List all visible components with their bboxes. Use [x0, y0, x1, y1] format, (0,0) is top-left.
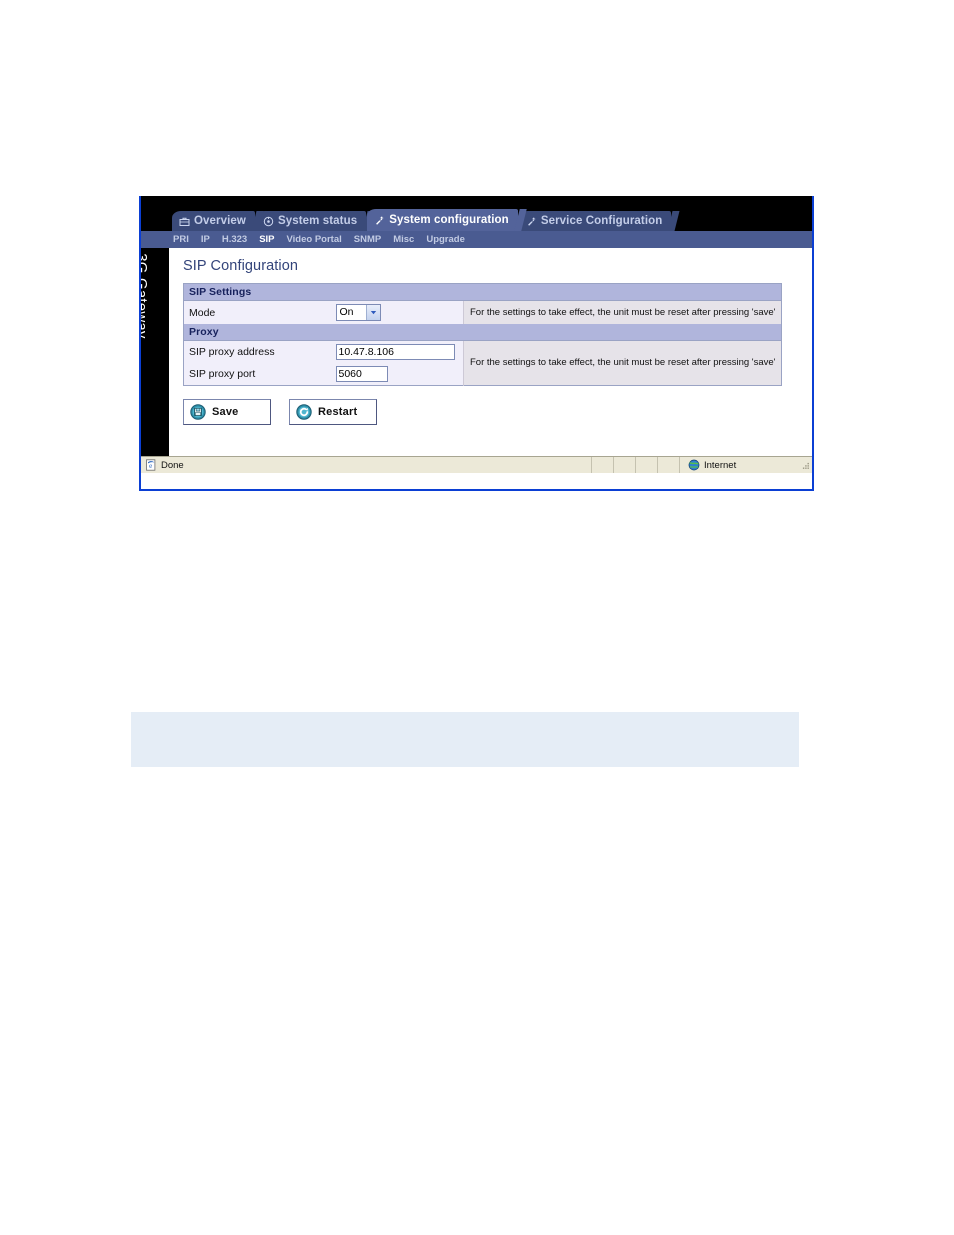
save-button-label: Save [212, 406, 239, 418]
subnav-item-sip[interactable]: SIP [259, 231, 281, 248]
document-page: Overview System status System configurat… [0, 0, 954, 1235]
document-callout-box [131, 712, 799, 767]
chevron-down-icon[interactable] [365, 305, 380, 320]
subnav-item-misc[interactable]: Misc [393, 231, 421, 248]
action-button-row: Save Restart [183, 399, 812, 425]
proxy-address-label: SIP proxy address [183, 340, 336, 363]
proxy-port-field-cell [335, 363, 464, 386]
subnav-item-upgrade[interactable]: Upgrade [426, 231, 472, 248]
content-area: SIP Configuration SIP Settings Mode On F… [169, 248, 812, 473]
tab-overview-label: Overview [194, 215, 246, 227]
proxy-address-input[interactable] [335, 344, 455, 360]
subnav-item-video-portal[interactable]: Video Portal [287, 231, 349, 248]
security-zone-pane[interactable]: Internet [680, 457, 798, 474]
row-mode: Mode On For the settings to take effect,… [183, 300, 782, 324]
row-proxy-address: SIP proxy address For the settings to ta… [183, 340, 782, 386]
status-pane-1 [592, 456, 614, 473]
tab-service-configuration[interactable]: Service Configuration [518, 211, 672, 231]
proxy-port-label: SIP proxy port [183, 363, 336, 386]
gauge-icon [263, 216, 274, 227]
subnav-item-ip[interactable]: IP [201, 231, 217, 248]
browser-status-bar: e Done Internet [141, 456, 812, 473]
note-sip-settings: For the settings to take effect, the uni… [462, 300, 782, 324]
section-header-proxy-label: Proxy [183, 324, 782, 341]
security-zone-text: Internet [704, 459, 737, 471]
status-text: Done [161, 459, 184, 471]
browser-window: Overview System status System configurat… [139, 196, 814, 491]
subnav-item-snmp[interactable]: SNMP [354, 231, 388, 248]
wrench-icon [374, 215, 385, 226]
floppy-disk-icon [190, 404, 206, 420]
globe-icon [688, 459, 700, 471]
page-title: SIP Configuration [183, 258, 299, 274]
mode-label: Mode [183, 300, 336, 324]
wrench-icon [526, 216, 537, 227]
window-title-strip [141, 196, 812, 209]
status-pane-3 [636, 456, 658, 473]
status-pane-4 [658, 456, 680, 473]
ie-page-icon: e [145, 459, 157, 471]
tab-system-configuration-label: System configuration [389, 214, 509, 226]
tab-system-status[interactable]: System status [255, 211, 367, 231]
resize-grip[interactable] [798, 460, 812, 471]
sub-nav-bar: PRI IP H.323 SIP Video Portal SNMP Misc … [141, 231, 812, 248]
tab-system-configuration[interactable]: System configuration [367, 209, 518, 231]
mode-select[interactable]: On [335, 304, 381, 321]
briefcase-icon [179, 216, 190, 227]
brand-product: 3G Gateway [141, 253, 150, 339]
status-text-pane: e Done [141, 456, 592, 473]
proxy-port-input[interactable] [335, 366, 388, 382]
tab-system-status-label: System status [277, 215, 358, 227]
brand-sidebar: TANDBERG 3G Gateway [141, 248, 169, 473]
status-pane-2 [614, 456, 636, 473]
restart-button[interactable]: Restart [289, 399, 377, 425]
section-header-sip-settings-label: SIP Settings [183, 283, 782, 301]
svg-text:e: e [149, 462, 152, 470]
brand-sidebar-text: TANDBERG 3G Gateway [141, 248, 155, 339]
page-body: TANDBERG 3G Gateway SIP Configuration SI… [141, 248, 812, 473]
save-button[interactable]: Save [183, 399, 271, 425]
refresh-icon [296, 404, 312, 420]
tab-service-configuration-label: Service Configuration [540, 215, 663, 227]
tab-overview[interactable]: Overview [172, 211, 255, 231]
sip-settings-table: SIP Settings Mode On For the settings to… [183, 283, 783, 386]
mode-field-cell: On [335, 300, 464, 324]
main-tab-bar: Overview System status System configurat… [141, 209, 812, 231]
note-proxy: For the settings to take effect, the uni… [462, 340, 782, 386]
subnav-item-pri[interactable]: PRI [173, 231, 196, 248]
subnav-item-h323[interactable]: H.323 [222, 231, 254, 248]
restart-button-label: Restart [318, 406, 358, 418]
section-header-proxy: Proxy [183, 324, 782, 341]
section-header-sip-settings: SIP Settings [183, 283, 782, 301]
mode-select-value: On [339, 306, 354, 318]
proxy-address-field-cell [335, 340, 464, 363]
